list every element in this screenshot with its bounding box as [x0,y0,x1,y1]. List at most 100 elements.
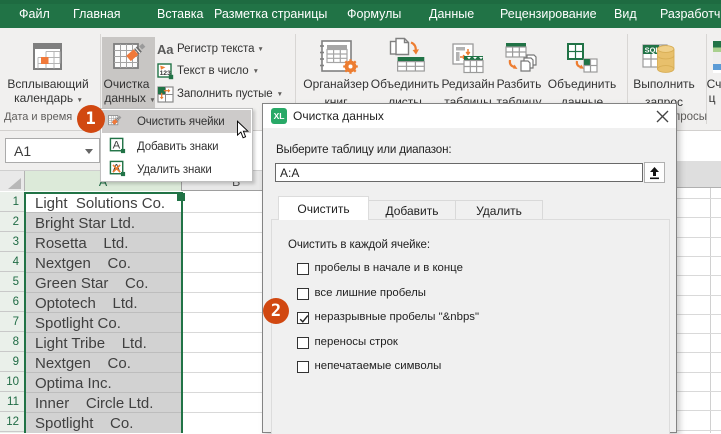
cell-a3[interactable]: Rosetta Ltd. [26,233,181,253]
merge-data-icon [565,41,599,75]
checkbox-leading-trailing[interactable] [297,263,309,275]
popup-calendar-label-line2: календарь ▼ [14,91,83,105]
merge-sheets-label: Объединить [371,77,440,91]
clean-data-label-line2-text: данных [104,91,146,105]
range-select-button[interactable] [644,162,665,183]
range-input[interactable]: A:A [275,163,643,182]
right-strip-gridline-h [676,391,721,392]
gridline-h [183,372,262,373]
select-all-corner[interactable] [0,171,25,191]
cell-a5[interactable]: Green Star Co. [26,273,181,293]
tab-data[interactable]: Данные [429,0,474,28]
text-to-number-button[interactable]: 123 Текст в число ▼ [157,60,259,82]
cell-text: Rosetta Ltd. [35,235,128,252]
name-box[interactable]: A1 [5,138,100,163]
tab-page-layout[interactable]: Разметка страницы [214,0,327,28]
right-strip-gridline-h [676,295,721,296]
dialog-tab-add[interactable]: Добавить [369,200,456,220]
cell-a6[interactable]: Optotech Ltd. [26,293,181,313]
run-query-icon: SQL [641,41,677,75]
cell-a9[interactable]: Nextgen Co. [26,353,181,373]
organizer-label: Органайзер [303,77,369,91]
cell-text: Light Solutions Co. [35,195,165,212]
gridline-h-selected [26,312,181,313]
dialog-title-bar[interactable]: XL Очистка данных [263,104,676,128]
cell-a1[interactable]: Light Solutions Co. [26,193,181,213]
dialog-tab-remove[interactable]: Удалить [456,200,543,220]
right-strip-gridline-v [710,188,711,433]
gridline-h-selected [26,372,181,373]
clean-data-menu: Очистить ячейки А Добавить знаки А Удали… [100,108,253,182]
cell-a11[interactable]: Inner Circle Ltd. [26,393,181,413]
right-strip-gridline-h [676,333,721,334]
cell-text: Optotech Ltd. [35,295,138,312]
selection-border-left [24,192,26,433]
fill-blanks-button[interactable]: Заполнить пустые ▼ [157,83,283,105]
group-label-datetime: Дата и время [4,111,72,123]
dialog-tab-pane [271,219,670,434]
popup-calendar-label-line2-text: календарь [14,91,73,105]
tab-insert[interactable]: Вставка [157,0,203,28]
gridline-h-selected [26,352,181,353]
right-strip-gridline-h [676,237,721,238]
menu-item-add-chars[interactable]: А Добавить знаки [102,135,251,158]
cell-a10[interactable]: Optima Inc. [26,373,181,393]
gridline-h-selected [26,392,181,393]
fill-blanks-icon [157,86,174,103]
mouse-cursor [237,120,249,140]
gridline-h-selected [26,272,181,273]
partial-button[interactable]: Сч ц [705,37,721,132]
redesign-table-icon [451,41,485,75]
cell-a12[interactable]: Spotlight Co. [26,413,181,433]
cell-a4[interactable]: Nextgen Co. [26,253,181,273]
checkbox-row-extra-spaces[interactable]: все лишние пробелы [297,287,309,300]
section-label: Очистить в каждой ячейке: [288,239,430,251]
clean-data-label-line2: данных ▼ [104,91,155,105]
menu-item-clean-cells[interactable]: Очистить ячейки [102,110,251,133]
right-strip-gridline-h [676,372,721,373]
gridline-h-selected [26,212,181,213]
organizer-icon [320,39,359,75]
checkbox-row-leading-trailing[interactable]: пробелы в начале и в конце [297,262,309,275]
checkbox-nbsp-checked[interactable] [297,312,309,324]
clean-data-button[interactable]: Очистка данных ▼ [102,37,155,108]
tab-home[interactable]: Главная [73,0,121,28]
checkbox-row-nonprintable[interactable]: непечатаемые символы [297,360,309,373]
cell-text: Bright Star Ltd. [35,215,135,232]
checkbox-row-nbsp[interactable]: неразрывные пробелы "&nbps" [297,311,309,324]
split-table-label: Разбить [497,77,542,91]
dialog-close-button[interactable] [648,104,676,128]
clean-data-dialog: XL Очистка данных Выберите таблицу или д… [262,103,677,433]
tab-review[interactable]: Рецензирование [500,0,597,28]
xltools-logo-icon: XL [271,108,287,124]
checkbox-row-line-breaks[interactable]: переносы строк [297,336,309,349]
selection-fill-handle[interactable] [177,193,185,201]
menu-item-remove-chars[interactable]: А Удалить знаки [102,158,251,181]
right-strip-gridline-h [676,352,721,353]
gridline-h-selected [26,292,181,293]
cell-a8[interactable]: Light Tribe Ltd. [26,333,181,353]
partial-table-icon [713,41,721,73]
cell-a7[interactable]: Spotlight Co. [26,313,181,333]
right-strip-gridline-h [676,198,721,199]
checkbox-nonprintable[interactable] [297,361,309,373]
checkbox-extra-spaces[interactable] [297,288,309,300]
dropdown-arrow-icon: ▼ [149,97,155,104]
tab-file[interactable]: Файл [19,0,50,28]
gridline-h [183,392,262,393]
range-select-icon [648,166,661,180]
gridline-h [183,252,262,253]
dropdown-arrow-icon: ▼ [253,68,259,75]
checkbox-label: непечатаемые символы [315,360,442,372]
dialog-tab-clean[interactable]: Очистить [278,196,369,220]
checkbox-line-breaks[interactable] [297,337,309,349]
tab-developer[interactable]: Разработчик [660,0,721,28]
clean-data-label-line1: Очистка [104,77,150,91]
tab-formulas[interactable]: Формулы [347,0,401,28]
cell-a2[interactable]: Bright Star Ltd. [26,213,181,233]
text-case-icon: Aa [157,42,174,57]
right-strip-gridline-h [676,256,721,257]
text-case-button[interactable]: Aa Регистр текста ▼ [157,38,264,60]
tab-view[interactable]: Вид [614,0,637,28]
name-box-dropdown-icon[interactable] [85,149,93,154]
